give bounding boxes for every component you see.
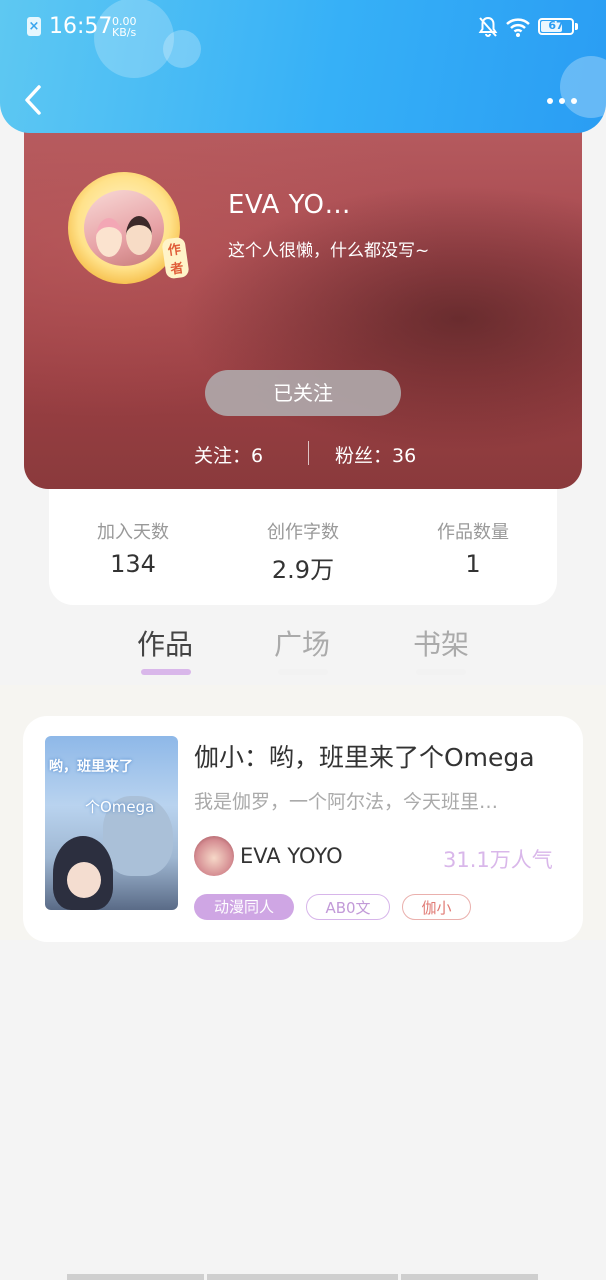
- net-speed-unit: KB/s: [112, 26, 137, 39]
- work-author-name[interactable]: EVA YOYO: [240, 844, 343, 868]
- content-tabs: 作品 广场 书架: [0, 605, 606, 685]
- bottom-nav-segment: [67, 1274, 204, 1280]
- profile-name: EVA YO…: [228, 190, 352, 220]
- cover-subtitle-text: 个Omega: [85, 798, 155, 816]
- fans-count[interactable]: 粉丝：36: [335, 441, 416, 468]
- tag-character[interactable]: 伽小: [402, 894, 471, 920]
- tab-works-indicator: [141, 669, 191, 675]
- stat-word-count: 创作字数 2.9万: [228, 518, 378, 585]
- profile-bio: 这个人很懒，什么都没写~: [228, 241, 430, 261]
- status-time: 16:57: [49, 14, 113, 39]
- battery-icon: 67: [538, 18, 574, 35]
- decor-bubble: [560, 56, 606, 118]
- stat-works-count: 作品数量 1: [398, 518, 548, 578]
- follow-button[interactable]: 已关注: [205, 370, 401, 416]
- tab-bookshelf-indicator: [416, 669, 466, 675]
- bottom-nav-segment: [207, 1274, 398, 1280]
- tab-works[interactable]: 作品: [120, 623, 210, 663]
- more-options-icon[interactable]: [546, 96, 578, 106]
- wifi-icon: [506, 18, 530, 37]
- stat-value: 2.9万: [271, 556, 335, 584]
- tag-abo[interactable]: AB0文: [306, 894, 390, 920]
- cover-character-face: [67, 862, 101, 898]
- battery-tip: [575, 23, 578, 30]
- author-avatar-large[interactable]: 作者: [68, 172, 190, 284]
- avatar-illustration: [84, 190, 164, 266]
- stat-divider: [308, 441, 309, 465]
- stat-label: 作品数量: [437, 522, 509, 543]
- stat-value: 1: [465, 550, 481, 578]
- bottom-nav-segment: [401, 1274, 538, 1280]
- stat-value: 134: [110, 550, 156, 578]
- stat-join-days: 加入天数 134: [58, 518, 208, 578]
- tab-bookshelf[interactable]: 书架: [396, 623, 486, 663]
- no-sim-icon: ×: [27, 17, 41, 36]
- work-description: 我是伽罗，一个阿尔法，今天班里…: [194, 791, 499, 813]
- avatar-character-left: [96, 218, 122, 257]
- bell-muted-icon: [478, 16, 498, 37]
- avatar-character-right: [126, 216, 152, 255]
- tab-square[interactable]: 广场: [257, 623, 347, 663]
- stat-label: 加入天数: [97, 522, 169, 543]
- cover-title-text: 哟，班里来了: [49, 759, 133, 775]
- tag-anime-fanfic[interactable]: 动漫同人: [194, 894, 294, 920]
- following-count[interactable]: 关注：6: [194, 441, 263, 468]
- back-arrow-icon[interactable]: [20, 84, 48, 116]
- author-badge: 作者: [161, 236, 190, 280]
- tab-square-indicator: [278, 669, 328, 675]
- stat-label: 创作字数: [267, 522, 339, 543]
- work-popularity: 31.1万人气: [443, 848, 553, 872]
- battery-level: 67: [548, 19, 564, 32]
- profile-banner: 作者 EVA YO… 这个人很懒，什么都没写~ 已关注 关注：6 粉丝：36: [24, 110, 582, 489]
- work-cover-image[interactable]: 哟，班里来了 个Omega: [45, 736, 178, 910]
- work-title[interactable]: 伽小：哟，班里来了个Omega: [194, 738, 535, 774]
- work-author-avatar[interactable]: [194, 836, 234, 876]
- status-bar: × 16:57 0.00 KB/s 67: [0, 0, 606, 56]
- work-card[interactable]: 哟，班里来了 个Omega 伽小：哟，班里来了个Omega 我是伽罗，一个阿尔法…: [23, 716, 583, 942]
- top-header: × 16:57 0.00 KB/s 67: [0, 0, 606, 133]
- net-speed: 0.00 KB/s: [112, 16, 137, 38]
